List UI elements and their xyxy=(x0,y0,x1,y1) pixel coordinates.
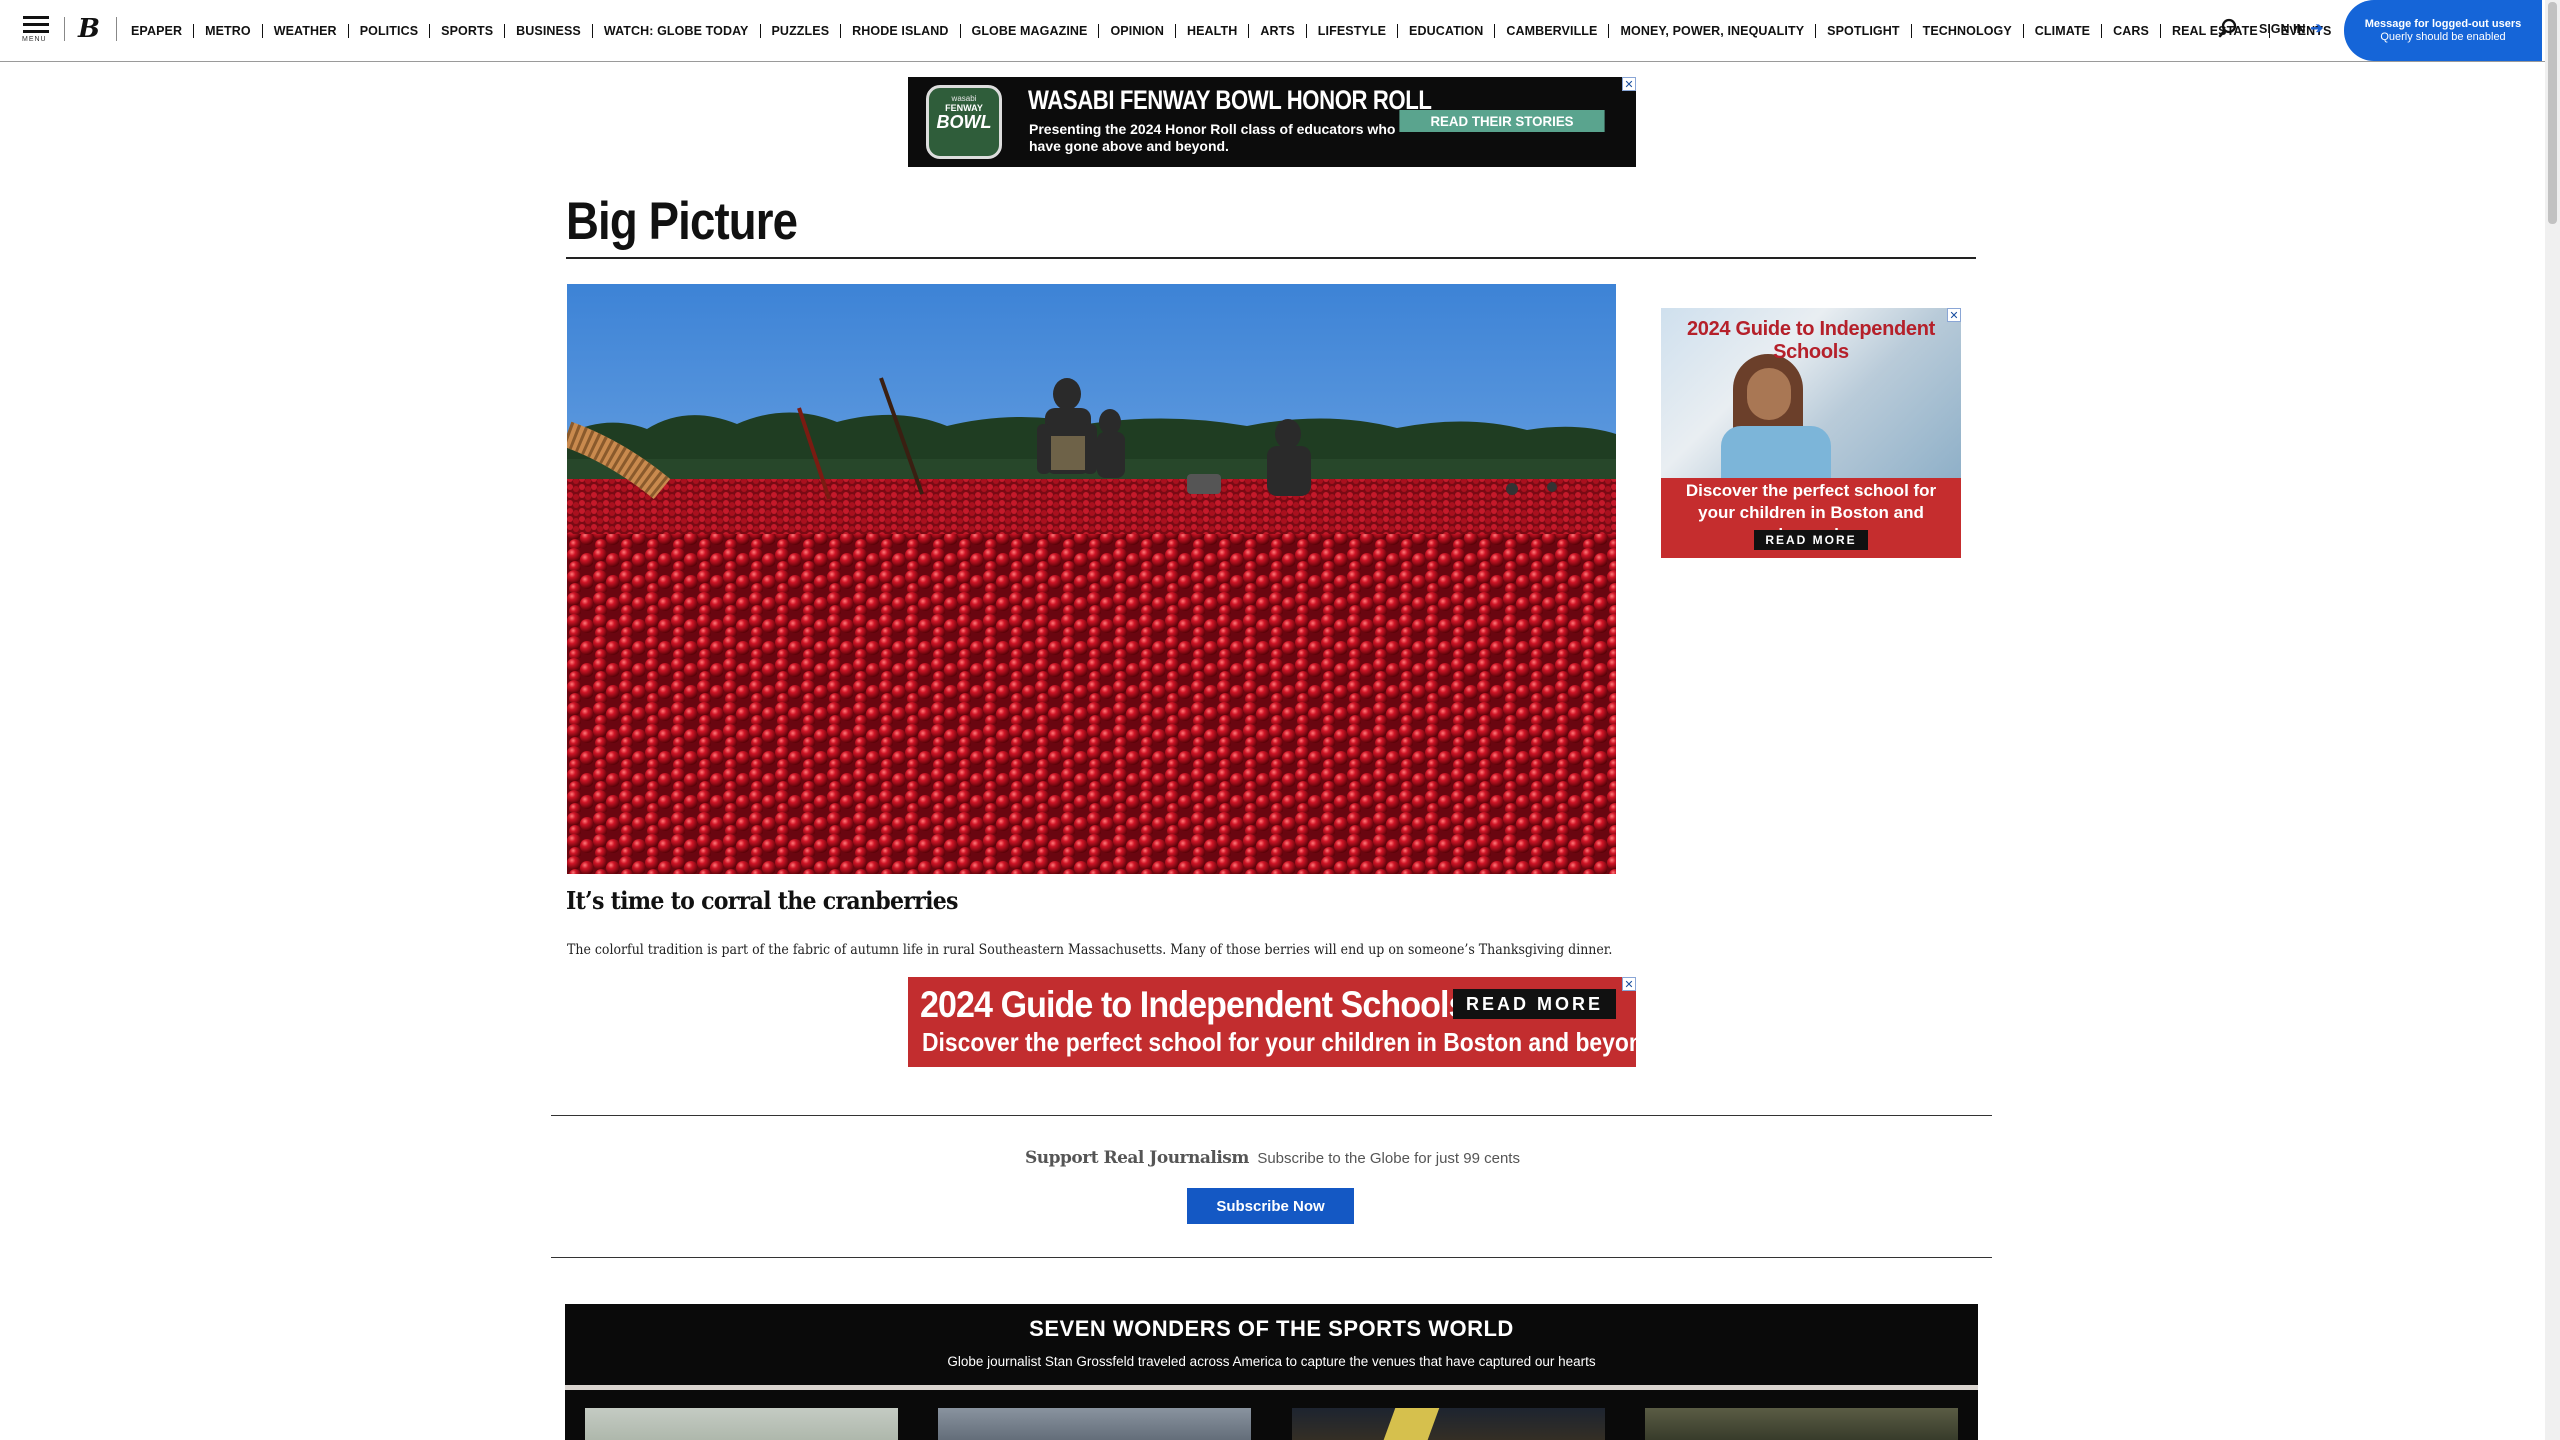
story-headline[interactable]: It’s time to corral the cranberries xyxy=(566,886,958,915)
section-links: EPAPER METRO WEATHER POLITICS SPORTS BUSINESS… xyxy=(120,0,2342,61)
nav-link[interactable]: ARTS xyxy=(1248,23,1305,38)
ad-cta-button[interactable]: READ THEIR STORIES xyxy=(1399,110,1605,132)
menu-icon-bar xyxy=(23,23,49,26)
nav-link[interactable]: EDUCATION xyxy=(1397,23,1494,38)
menu-icon-bar xyxy=(23,30,49,33)
ad-read-more-button[interactable]: READ MORE xyxy=(1754,530,1868,550)
nav-link[interactable]: WEATHER xyxy=(261,23,348,38)
seven-wonders-promo: SEVEN WONDERS OF THE SPORTS WORLD Globe … xyxy=(565,1304,1978,1440)
nav-link[interactable]: MONEY, POWER, INEQUALITY xyxy=(1608,23,1815,38)
page-title: Big Picture xyxy=(566,192,798,251)
hero-photo-graphic xyxy=(567,284,1616,874)
support-text: Subscribe to the Globe for just 99 cents xyxy=(1257,1150,1520,1167)
querly-message-button[interactable]: Message for logged-out users Querly shou… xyxy=(2344,0,2542,61)
promo-thumbnail[interactable] xyxy=(938,1408,1251,1440)
ad-read-more-button[interactable]: READ MORE xyxy=(1453,989,1616,1019)
nav-link[interactable]: WATCH: GLOBE TODAY xyxy=(591,23,760,38)
promo-divider xyxy=(565,1385,1978,1390)
banner-ad-independent-schools[interactable]: 2024 Guide to Independent Schools READ M… xyxy=(908,977,1636,1067)
nav-link[interactable]: CAMBERVILLE xyxy=(1494,23,1608,38)
nav-link[interactable]: EPAPER xyxy=(120,24,193,38)
globe-logo[interactable]: B xyxy=(78,14,100,44)
ad-photo-shirt xyxy=(1721,426,1831,478)
title-rule xyxy=(566,257,1976,259)
hero-photo-cranberries[interactable] xyxy=(567,284,1616,874)
nav-link[interactable]: BUSINESS xyxy=(504,23,592,38)
story-dek: The colorful tradition is part of the fa… xyxy=(567,941,1613,958)
promo-thumbnail[interactable] xyxy=(585,1408,898,1440)
support-lead: Support Real Journalism xyxy=(1025,1148,1249,1168)
nav-link[interactable]: PUZZLES xyxy=(759,23,841,38)
ad-headline: WASABI FENWAY BOWL HONOR ROLL xyxy=(1028,85,1432,115)
menu-icon xyxy=(23,16,49,19)
nav-link[interactable]: HEALTH xyxy=(1174,23,1248,38)
querly-subtitle: Querly should be enabled xyxy=(2380,30,2506,43)
hamburger-menu-button[interactable]: MENU xyxy=(22,14,52,46)
section-divider xyxy=(551,1257,1992,1258)
sign-in-label: SIGN IN xyxy=(2259,22,2306,36)
ad-description: Discover the perfect school for your chi… xyxy=(922,1027,1636,1057)
nav-link[interactable]: REAL ESTATE xyxy=(2159,23,2269,38)
banner-ad-fenway-bowl[interactable]: wasabi FENWAY BOWL WASABI FENWAY BOWL HO… xyxy=(908,77,1636,167)
menu-label: MENU xyxy=(22,36,47,43)
fenway-bowl-logo: wasabi FENWAY BOWL xyxy=(926,85,1002,159)
search-button[interactable] xyxy=(2216,16,2240,40)
nav-link[interactable]: TECHNOLOGY xyxy=(1910,23,2023,38)
section-divider xyxy=(551,1115,1992,1116)
nav-divider xyxy=(116,17,117,41)
sign-in-button[interactable]: SIGN IN ➔ xyxy=(2259,20,2324,37)
nav-link[interactable]: RHODE ISLAND xyxy=(840,23,959,38)
nav-link[interactable]: SPORTS xyxy=(429,23,504,38)
nav-link[interactable]: POLITICS xyxy=(347,23,429,38)
subscribe-now-button[interactable]: Subscribe Now xyxy=(1187,1188,1354,1224)
promo-thumbnail[interactable] xyxy=(1292,1408,1605,1440)
nav-link[interactable]: LIFESTYLE xyxy=(1305,23,1397,38)
ad-close-icon[interactable]: ✕ xyxy=(1947,308,1961,322)
nav-link[interactable]: CLIMATE xyxy=(2022,23,2101,38)
sign-in-icon: ➔ xyxy=(2310,20,2324,37)
ad-close-icon[interactable]: ✕ xyxy=(1622,977,1636,991)
search-icon xyxy=(2218,18,2237,38)
ad-photo-face xyxy=(1747,368,1791,420)
ad-title: 2024 Guide to Independent Schools xyxy=(1686,318,1936,363)
ad-subtext: Presenting the 2024 Honor Roll class of … xyxy=(1029,121,1396,154)
nav-link[interactable]: GLOBE MAGAZINE xyxy=(959,23,1099,38)
promo-subtitle: Globe journalist Stan Grossfeld traveled… xyxy=(947,1354,1596,1369)
nav-divider xyxy=(64,17,65,41)
nav-link[interactable]: SPOTLIGHT xyxy=(1815,23,1910,38)
promo-thumbnail[interactable] xyxy=(1645,1408,1958,1440)
subscribe-message: Support Real Journalism Subscribe to the… xyxy=(0,1148,2545,1168)
querly-title: Message for logged-out users xyxy=(2364,17,2522,30)
top-navigation: MENU B EPAPER METRO WEATHER POLITICS SPORTS B… xyxy=(0,0,2545,62)
badge-brand: wasabi xyxy=(951,94,977,103)
promo-title[interactable]: SEVEN WONDERS OF THE SPORTS WORLD xyxy=(565,1316,1978,1342)
nav-link[interactable]: CARS xyxy=(2101,23,2160,38)
sidebar-ad-independent-schools[interactable]: 2024 Guide to Independent Schools Discov… xyxy=(1661,308,1961,558)
ad-title: 2024 Guide to Independent Schools xyxy=(920,984,1467,1025)
badge-bowl: BOWL xyxy=(936,112,992,132)
scrollbar-thumb[interactable] xyxy=(2548,2,2557,224)
nav-link[interactable]: OPINION xyxy=(1098,23,1174,38)
nav-link[interactable]: METRO xyxy=(193,23,262,38)
ad-close-icon[interactable]: ✕ xyxy=(1622,77,1636,91)
page-scrollbar[interactable] xyxy=(2545,0,2560,1440)
